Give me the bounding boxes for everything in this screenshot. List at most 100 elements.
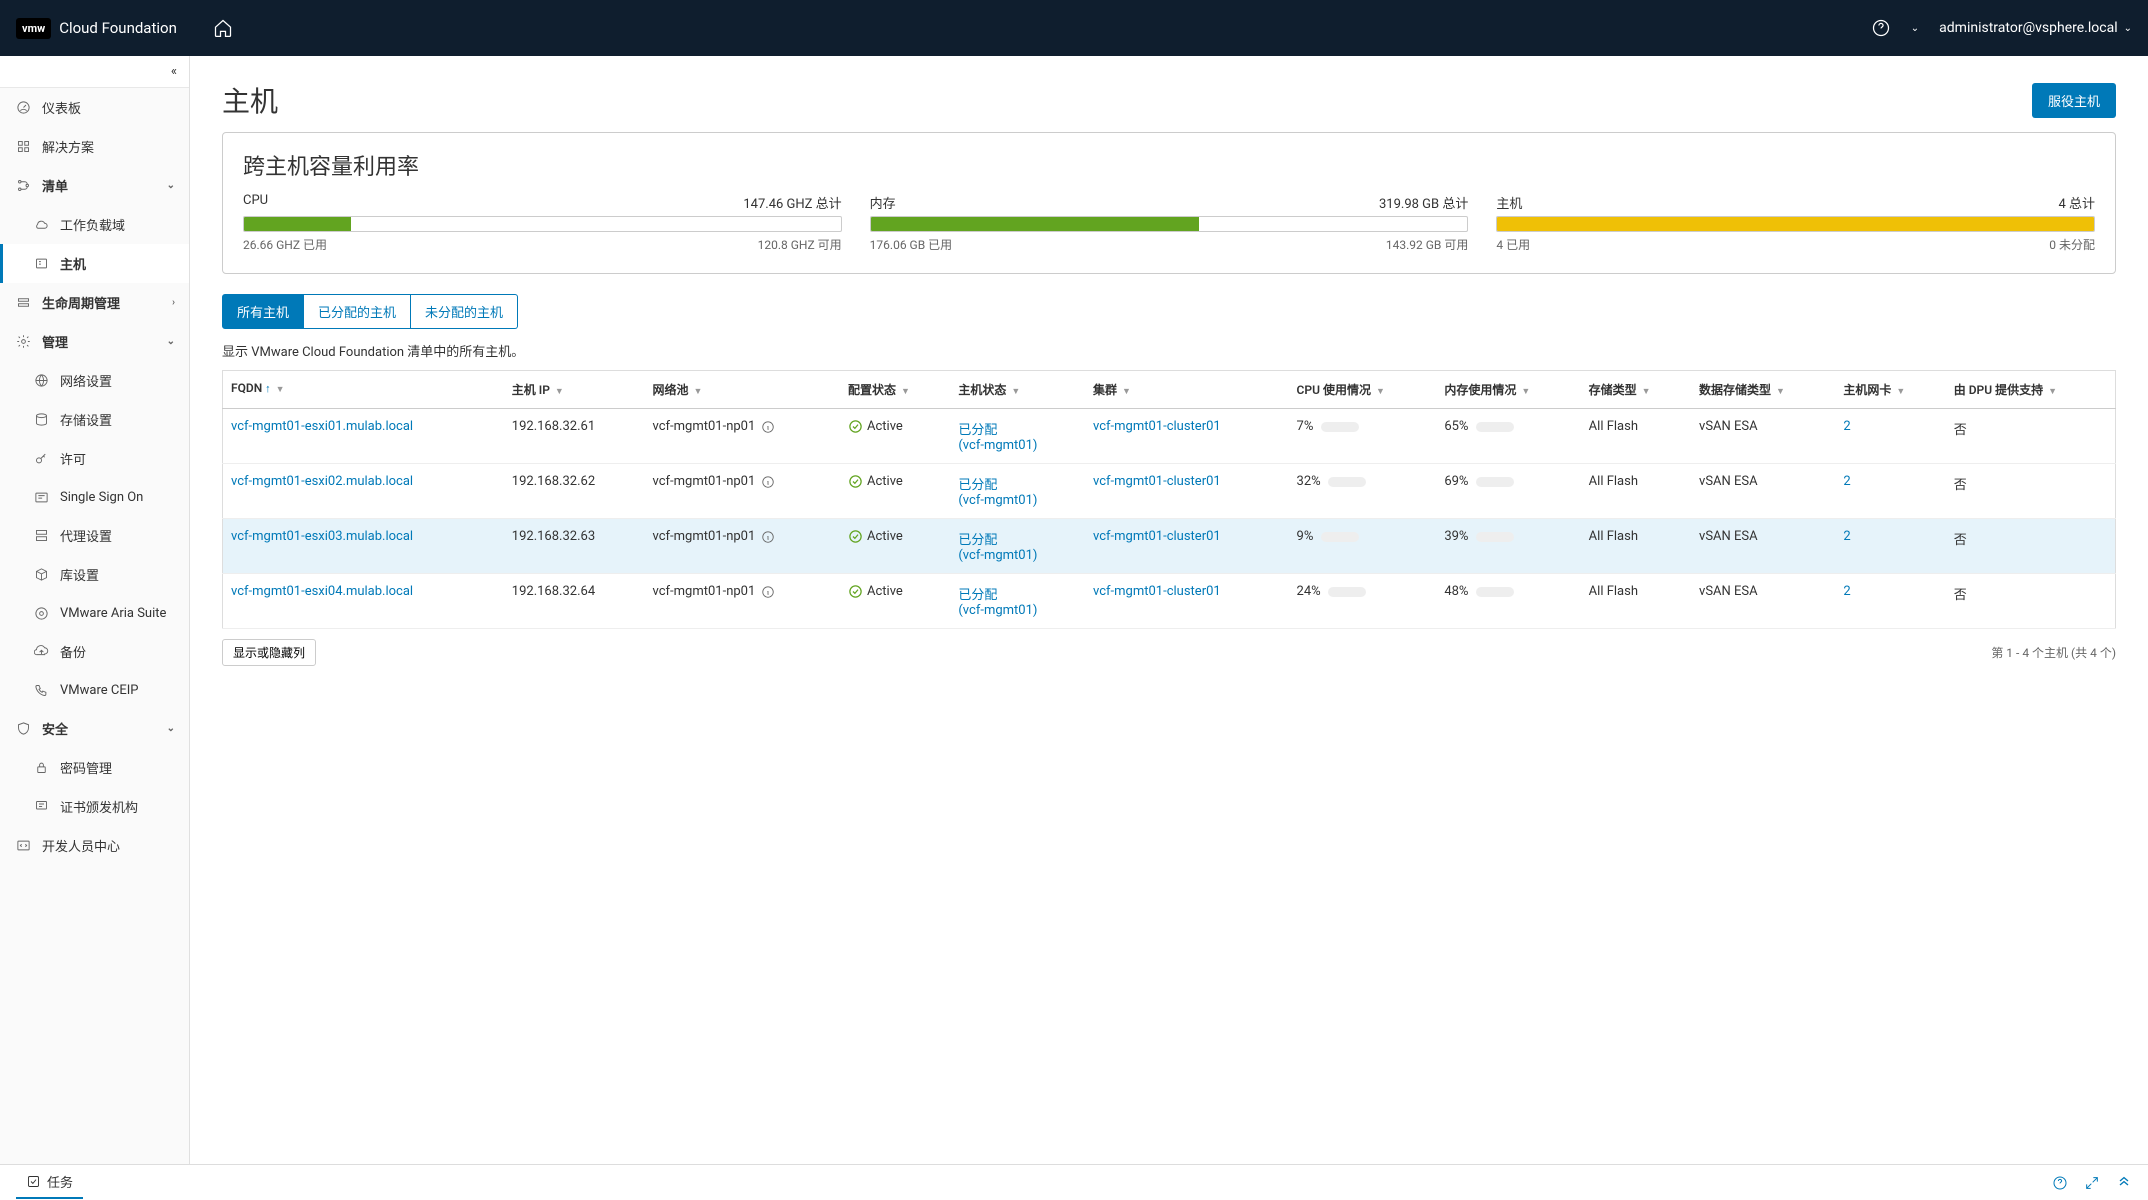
nav-hosts[interactable]: 主机: [0, 244, 189, 283]
network-icon: [32, 372, 50, 390]
pagination-info: 第 1 - 4 个主机 (共 4 个): [1991, 644, 2116, 661]
info-icon[interactable]: [761, 420, 775, 434]
collapse-up-icon[interactable]: [2116, 1175, 2132, 1191]
nav-aria[interactable]: VMware Aria Suite: [0, 594, 189, 632]
nav-password[interactable]: 密码管理: [0, 748, 189, 787]
tab-unassigned-hosts[interactable]: 未分配的主机: [411, 294, 518, 329]
nav-inventory[interactable]: 清单 ⌄: [0, 166, 189, 205]
cluster-link[interactable]: vcf-mgmt01-cluster01: [1093, 474, 1221, 489]
lock-icon: [32, 759, 50, 777]
filter-icon[interactable]: ▼: [1376, 387, 1385, 397]
fqdn-link[interactable]: vcf-mgmt01-esxi02.mulab.local: [231, 474, 413, 489]
col-memory[interactable]: 内存使用情况 ▼: [1436, 371, 1580, 409]
nav-solutions[interactable]: 解决方案: [0, 127, 189, 166]
storage-icon: [32, 411, 50, 429]
col-dpu[interactable]: 由 DPU 提供支持 ▼: [1946, 371, 2116, 409]
filter-icon[interactable]: ▼: [1642, 387, 1651, 397]
info-icon[interactable]: [761, 530, 775, 544]
tasks-tab[interactable]: 任务: [16, 1166, 83, 1199]
tasks-label: 任务: [47, 1172, 73, 1191]
nic-link[interactable]: 2: [1843, 474, 1850, 489]
nav-dev-center[interactable]: 开发人员中心: [0, 826, 189, 865]
commission-host-button[interactable]: 服役主机: [2032, 83, 2116, 118]
col-cpu[interactable]: CPU 使用情况 ▼: [1289, 371, 1437, 409]
filter-icon[interactable]: ▼: [1896, 387, 1905, 397]
nic-link[interactable]: 2: [1843, 529, 1850, 544]
capacity-memory-fill: [871, 217, 1199, 231]
cluster-link[interactable]: vcf-mgmt01-cluster01: [1093, 529, 1221, 544]
fqdn-link[interactable]: vcf-mgmt01-esxi01.mulab.local: [231, 419, 413, 434]
nav-workload-domains[interactable]: 工作负载域: [0, 205, 189, 244]
cell-cpu: 32%: [1289, 464, 1437, 519]
nav-repository[interactable]: 库设置: [0, 555, 189, 594]
col-nic[interactable]: 主机网卡 ▼: [1835, 371, 1945, 409]
nav-certificate[interactable]: 证书颁发机构: [0, 787, 189, 826]
key-icon: [32, 450, 50, 468]
nav-label: 工作负载域: [60, 215, 125, 234]
help-dropdown-icon[interactable]: ⌄: [1911, 23, 1919, 34]
col-ip[interactable]: 主机 IP ▼: [504, 371, 645, 409]
cell-state: 已分配(vcf-mgmt01): [950, 409, 1085, 464]
table-row[interactable]: vcf-mgmt01-esxi02.mulab.local 192.168.32…: [223, 464, 2116, 519]
state-link[interactable]: 已分配(vcf-mgmt01): [958, 478, 1037, 508]
bottom-help-icon[interactable]: [2052, 1175, 2068, 1191]
backup-icon: [32, 643, 50, 661]
user-menu[interactable]: administrator@vsphere.local ⌄: [1939, 20, 2132, 36]
tab-all-hosts[interactable]: 所有主机: [222, 294, 304, 329]
col-storage[interactable]: 存储类型 ▼: [1581, 371, 1691, 409]
nav-security[interactable]: 安全 ⌄: [0, 709, 189, 748]
nav-lifecycle[interactable]: 生命周期管理 ›: [0, 283, 189, 322]
capacity-total: 319.98 GB 总计: [1379, 193, 1468, 212]
filter-icon[interactable]: ▼: [694, 387, 703, 397]
cluster-link[interactable]: vcf-mgmt01-cluster01: [1093, 584, 1221, 599]
table-row[interactable]: vcf-mgmt01-esxi01.mulab.local 192.168.32…: [223, 409, 2116, 464]
state-link[interactable]: 已分配(vcf-mgmt01): [958, 533, 1037, 563]
sort-asc-icon[interactable]: ↑: [265, 382, 271, 395]
state-link[interactable]: 已分配(vcf-mgmt01): [958, 423, 1037, 453]
fqdn-link[interactable]: vcf-mgmt01-esxi04.mulab.local: [231, 584, 413, 599]
filter-icon[interactable]: ▼: [901, 387, 910, 397]
tab-assigned-hosts[interactable]: 已分配的主机: [304, 294, 411, 329]
nav-ceip[interactable]: VMware CEIP: [0, 671, 189, 709]
nav-administration[interactable]: 管理 ⌄: [0, 322, 189, 361]
filter-icon[interactable]: ▼: [555, 387, 564, 397]
show-hide-columns-button[interactable]: 显示或隐藏列: [222, 639, 316, 666]
nav-sso[interactable]: Single Sign On: [0, 478, 189, 516]
nav-proxy[interactable]: 代理设置: [0, 516, 189, 555]
col-datastorage[interactable]: 数据存储类型 ▼: [1691, 371, 1835, 409]
table-row[interactable]: vcf-mgmt01-esxi03.mulab.local 192.168.32…: [223, 519, 2116, 574]
filter-icon[interactable]: ▼: [2048, 387, 2057, 397]
cell-memory: 69%: [1436, 464, 1580, 519]
nic-link[interactable]: 2: [1843, 419, 1850, 434]
help-icon[interactable]: [1871, 18, 1891, 38]
filter-icon[interactable]: ▼: [1122, 387, 1131, 397]
fqdn-link[interactable]: vcf-mgmt01-esxi03.mulab.local: [231, 529, 413, 544]
filter-icon[interactable]: ▼: [1521, 387, 1530, 397]
expand-icon[interactable]: [2084, 1175, 2100, 1191]
info-icon[interactable]: [761, 585, 775, 599]
filter-icon[interactable]: ▼: [1776, 387, 1785, 397]
filter-icon[interactable]: ▼: [1011, 387, 1020, 397]
nav-backup[interactable]: 备份: [0, 632, 189, 671]
table-row[interactable]: vcf-mgmt01-esxi04.mulab.local 192.168.32…: [223, 574, 2116, 629]
nic-link[interactable]: 2: [1843, 584, 1850, 599]
tasks-icon: [26, 1174, 41, 1189]
col-pool[interactable]: 网络池 ▼: [645, 371, 840, 409]
nav-dashboard[interactable]: 仪表板: [0, 88, 189, 127]
cluster-link[interactable]: vcf-mgmt01-cluster01: [1093, 419, 1221, 434]
info-icon[interactable]: [761, 475, 775, 489]
cell-datastorage: vSAN ESA: [1691, 574, 1835, 629]
capacity-hosts: 主机4 总计 4 已用0 未分配: [1496, 193, 2095, 253]
col-host-state[interactable]: 主机状态 ▼: [950, 371, 1085, 409]
sidebar-collapse-button[interactable]: «: [0, 56, 189, 88]
col-config[interactable]: 配置状态 ▼: [840, 371, 950, 409]
home-icon[interactable]: [213, 18, 233, 38]
nav-licensing[interactable]: 许可: [0, 439, 189, 478]
nav-network[interactable]: 网络设置: [0, 361, 189, 400]
col-cluster[interactable]: 集群 ▼: [1085, 371, 1289, 409]
filter-icon[interactable]: ▼: [276, 385, 285, 395]
state-link[interactable]: 已分配(vcf-mgmt01): [958, 588, 1037, 618]
bottom-bar: 任务: [0, 1164, 2148, 1200]
col-fqdn[interactable]: FQDN ↑ ▼: [223, 371, 504, 409]
nav-storage[interactable]: 存储设置: [0, 400, 189, 439]
